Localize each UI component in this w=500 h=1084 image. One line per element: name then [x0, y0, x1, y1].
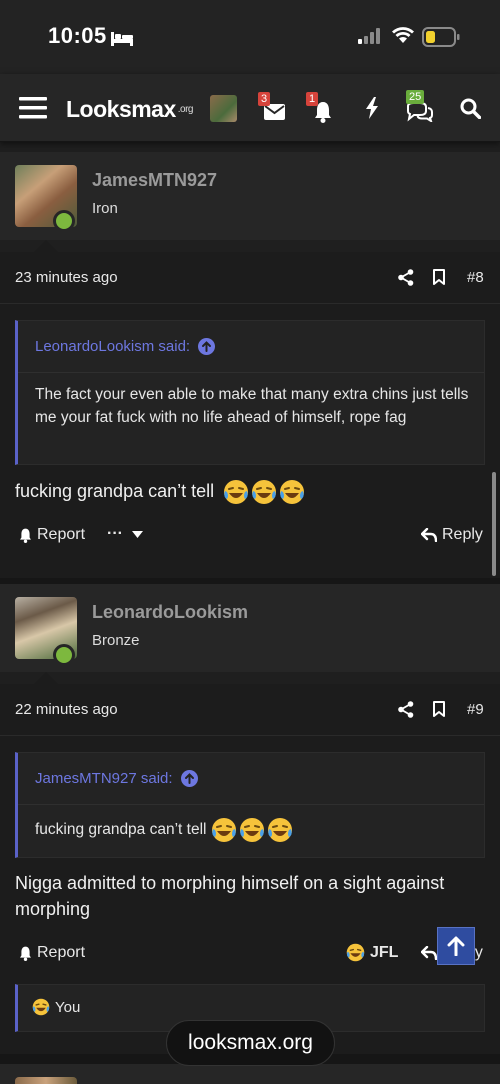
more-options-button[interactable]: ···: [107, 525, 143, 543]
next-post-header: [0, 1064, 500, 1084]
reaction-button[interactable]: JFL: [346, 943, 398, 962]
quote-content: fucking grandpa can’t tell: [35, 817, 470, 843]
menu-button[interactable]: [18, 74, 48, 142]
bed-icon: [111, 32, 133, 46]
post-number[interactable]: #9: [467, 701, 484, 718]
alerts-button[interactable]: 1: [306, 74, 335, 142]
laughing-crying-emoji-icon: [346, 943, 365, 962]
reactions-summary: You: [32, 998, 80, 1016]
laughing-crying-emoji-icon: [280, 480, 305, 505]
logo-text: Looksmax: [66, 96, 176, 122]
user-rank: Iron: [92, 200, 118, 217]
report-button[interactable]: Report: [19, 526, 85, 544]
laughing-crying-emoji-icon: [224, 480, 249, 505]
status-time: 10:05: [48, 23, 107, 48]
laughing-crying-emoji-icon: [211, 818, 236, 842]
post-time[interactable]: 22 minutes ago: [15, 701, 118, 718]
bell-icon: [20, 528, 31, 543]
report-label: Report: [37, 526, 86, 543]
laughing-crying-emoji-icon: [252, 480, 277, 505]
arrow-up-icon: [447, 936, 465, 956]
bell-icon: [20, 946, 31, 961]
back-to-top-button[interactable]: [437, 927, 475, 965]
alerts-badge: 1: [306, 92, 319, 106]
browser-url-bar[interactable]: looksmax.org: [166, 1020, 335, 1066]
post-text: fucking grandpa can’t tell: [15, 481, 215, 501]
share-icon[interactable]: [398, 701, 414, 718]
reaction-label: JFL: [370, 943, 399, 961]
post-meta: 22 minutes ago #9: [0, 684, 500, 736]
post-header: JamesMTN927 Iron: [0, 152, 500, 254]
logo-suffix: .org: [177, 104, 194, 115]
post-number[interactable]: #8: [467, 269, 484, 286]
online-indicator: [53, 644, 75, 666]
quote-separator: [18, 804, 484, 805]
laughing-emoji-group: [223, 480, 307, 505]
inbox-badge: 3: [258, 92, 271, 106]
post-meta: 23 minutes ago #8: [0, 252, 500, 304]
inbox-button[interactable]: 3: [258, 74, 286, 142]
laughing-crying-emoji-icon: [239, 818, 264, 842]
chat-bubbles-icon: [407, 102, 433, 122]
search-button[interactable]: [458, 74, 482, 142]
top-navbar: Looksmax .org 3 1 25: [0, 74, 500, 142]
quote-author: LeonardoLookism said:: [35, 338, 191, 355]
quote-separator: [18, 372, 484, 373]
quote-text: The fact your even able to make that man…: [35, 386, 469, 426]
post-header: LeonardoLookism Bronze: [0, 584, 500, 686]
report-label: Report: [37, 944, 86, 961]
online-indicator: [53, 210, 75, 232]
post-time[interactable]: 23 minutes ago: [15, 269, 118, 286]
bookmark-icon[interactable]: [433, 269, 445, 285]
post-username[interactable]: JamesMTN927: [92, 170, 217, 191]
post-text: Nigga admitted to morphing himself on a …: [15, 873, 445, 919]
quote-block: JamesMTN927 said: fucking grandpa can’t …: [15, 752, 485, 858]
lightning-icon: [366, 97, 378, 119]
avatar[interactable]: [15, 1077, 77, 1084]
quote-attribution[interactable]: JamesMTN927 said:: [35, 770, 198, 787]
user-rank: Bronze: [92, 632, 140, 649]
post-content: fucking grandpa can’t tell: [15, 478, 485, 505]
report-button[interactable]: Report: [19, 944, 85, 962]
laughing-crying-emoji-icon: [267, 818, 292, 842]
quote-attribution[interactable]: LeonardoLookism said:: [35, 338, 216, 355]
reactions-by: You: [55, 998, 81, 1016]
signal-icon: [358, 28, 380, 44]
hamburger-icon: [19, 97, 47, 119]
scrollbar[interactable]: [492, 472, 496, 576]
post-body: JamesMTN927 said: fucking grandpa can’t …: [0, 736, 500, 1056]
account-avatar[interactable]: [210, 95, 237, 122]
caret-down-icon: [131, 530, 143, 538]
chats-badge: 25: [406, 90, 425, 104]
wifi-icon: [392, 27, 414, 43]
reply-button[interactable]: Reply: [421, 526, 483, 544]
search-icon: [460, 98, 481, 119]
bookmark-icon[interactable]: [433, 701, 445, 717]
quote-text: fucking grandpa can’t tell: [35, 821, 207, 839]
conversations-button[interactable]: 25: [405, 74, 435, 142]
post-username[interactable]: LeonardoLookism: [92, 602, 248, 623]
share-icon[interactable]: [398, 269, 414, 286]
site-logo[interactable]: Looksmax .org: [66, 96, 194, 123]
more-label: ···: [107, 525, 123, 542]
reply-arrow-icon: [421, 946, 437, 960]
quote-block: LeonardoLookism said: The fact your even…: [15, 320, 485, 465]
post-body: LeonardoLookism said: The fact your even…: [0, 304, 500, 580]
up-arrow-circle-icon: [198, 338, 216, 355]
laughing-crying-emoji-icon: [32, 998, 50, 1016]
quote-author: JamesMTN927 said:: [35, 770, 173, 787]
whats-new-button[interactable]: [362, 74, 382, 142]
reply-arrow-icon: [421, 528, 437, 542]
status-bar: 10:05: [0, 0, 500, 74]
up-arrow-circle-icon: [180, 770, 198, 787]
reply-label: Reply: [442, 526, 483, 543]
battery-icon: [422, 27, 460, 47]
url-text: looksmax.org: [188, 1031, 313, 1054]
envelope-icon: [263, 104, 285, 120]
